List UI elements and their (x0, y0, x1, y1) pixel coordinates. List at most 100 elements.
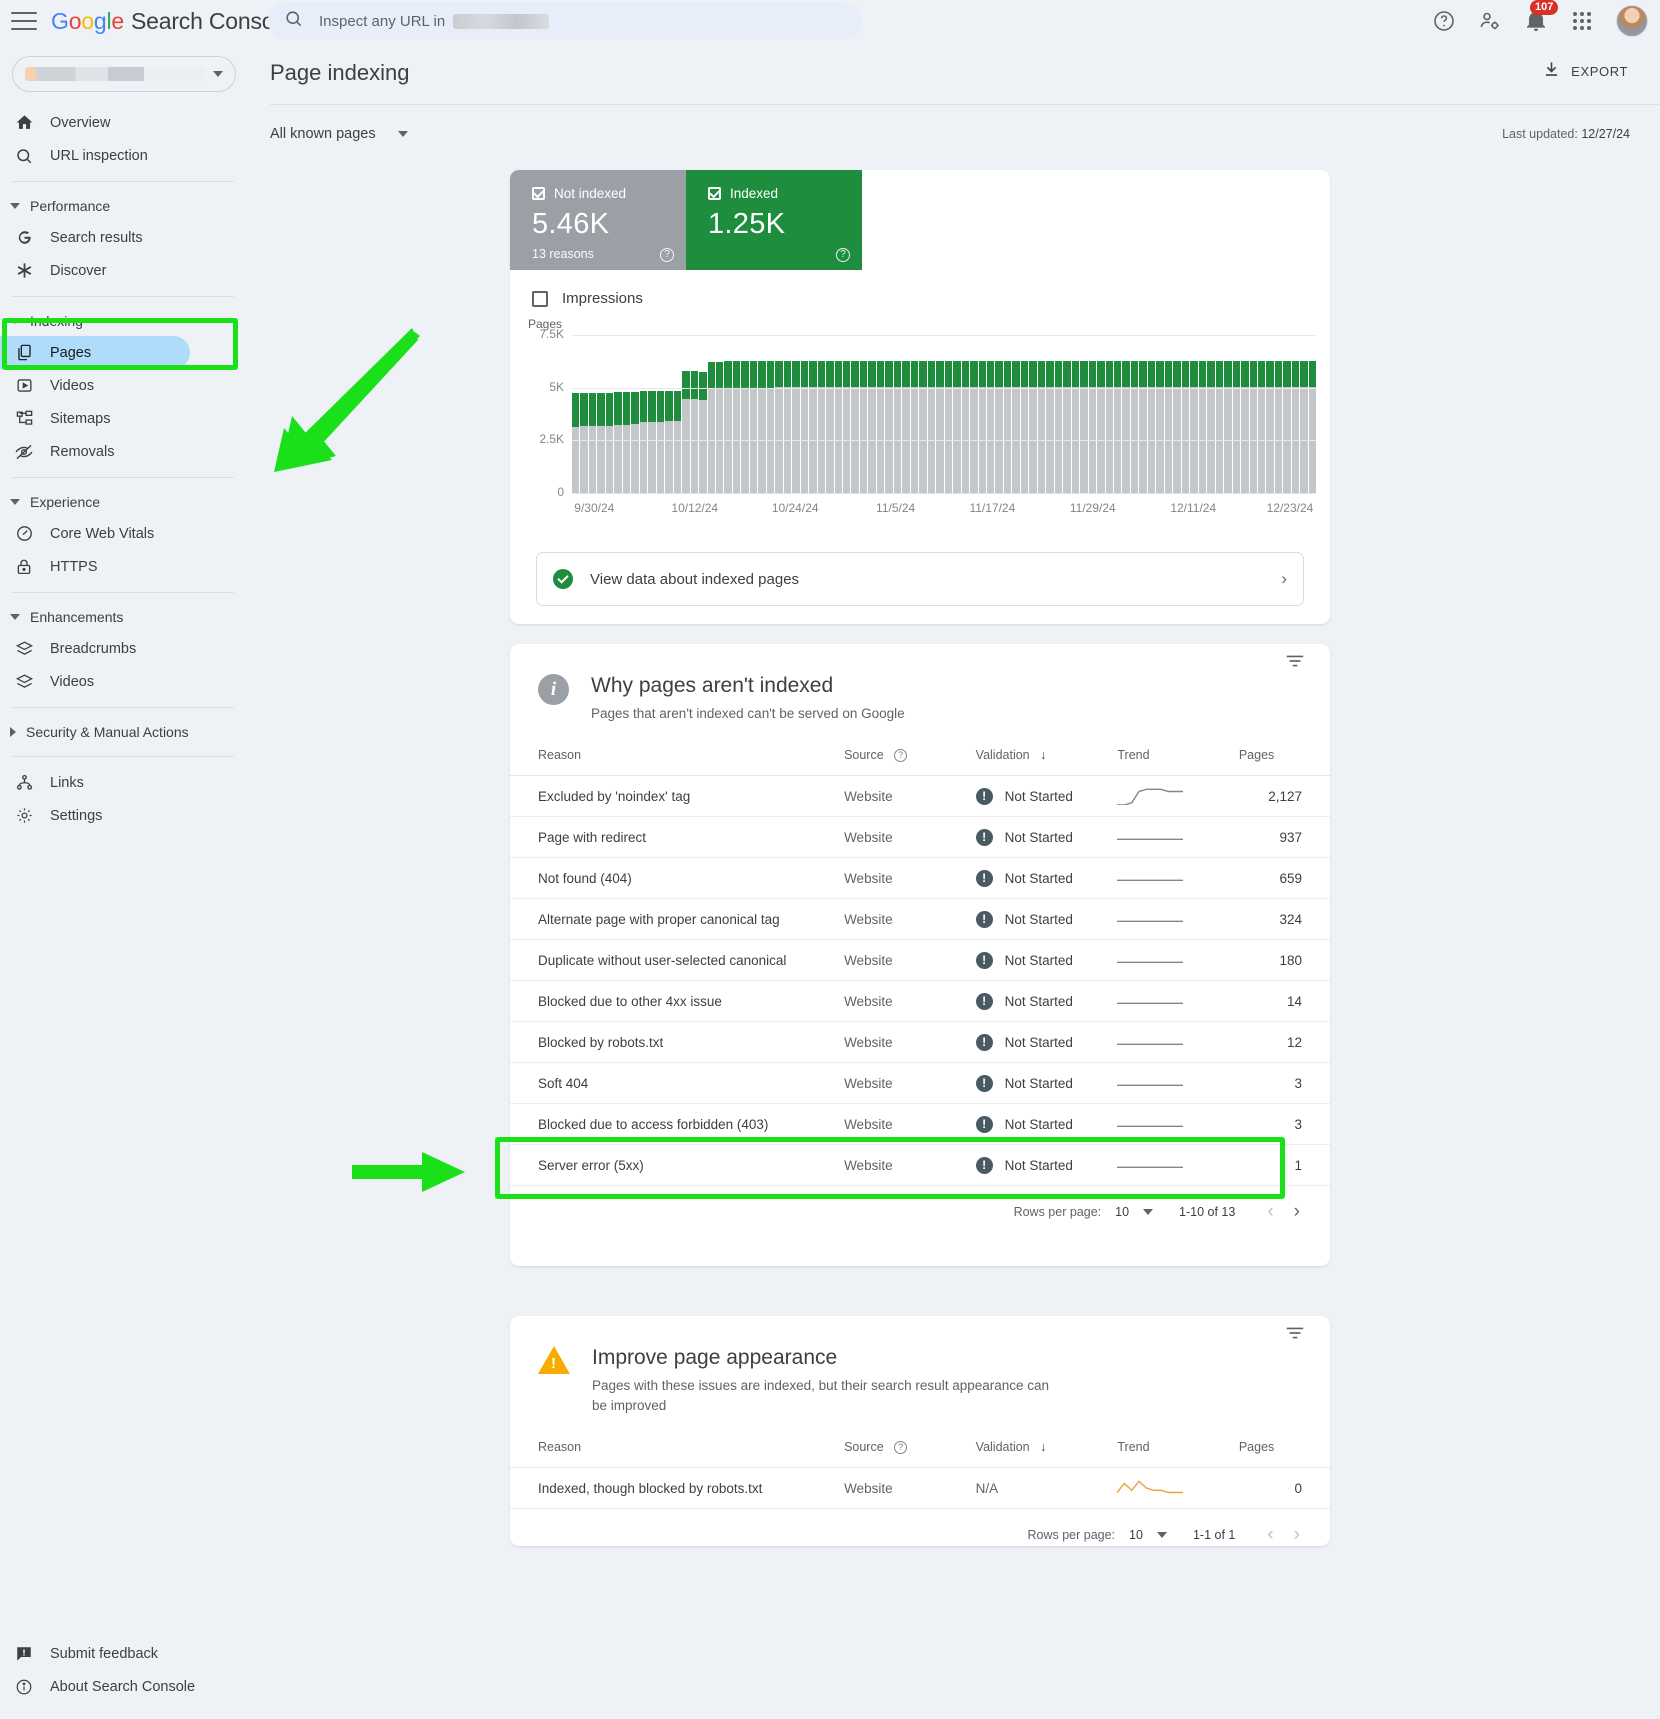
hamburger-icon[interactable] (11, 12, 37, 30)
page-filter-dropdown[interactable]: All known pages (270, 126, 408, 142)
chart-bar[interactable] (987, 361, 994, 493)
chart-bar[interactable] (572, 393, 579, 493)
sidebar-item-discover[interactable]: Discover (0, 254, 248, 287)
chart-bar[interactable] (877, 361, 884, 493)
apps-grid-icon[interactable] (1570, 9, 1594, 33)
sidebar-item-links[interactable]: Links (0, 766, 248, 799)
chart-bar[interactable] (614, 392, 621, 493)
table-row[interactable]: Blocked due to other 4xx issueWebsite!No… (510, 981, 1330, 1022)
column-validation[interactable]: Validation ↓ (976, 1440, 1118, 1468)
chart-bar[interactable] (1199, 361, 1206, 493)
sidebar-item-url-inspection[interactable]: URL inspection (0, 139, 248, 172)
table-row[interactable]: Indexed, though blocked by robots.txtWeb… (510, 1468, 1330, 1509)
help-icon[interactable]: ? (894, 1441, 907, 1454)
chart-bar[interactable] (758, 361, 765, 493)
chart-bar[interactable] (784, 361, 791, 493)
column-pages[interactable]: Pages (1239, 748, 1330, 776)
table-row[interactable]: Blocked by robots.txtWebsite!Not Started… (510, 1022, 1330, 1063)
chart-bar[interactable] (868, 361, 875, 493)
next-page-button[interactable]: › (1284, 1201, 1310, 1223)
chart-bar[interactable] (1250, 361, 1257, 493)
summary-tile-indexed[interactable]: Indexed 1.25K ? (686, 170, 862, 270)
chart-bar[interactable] (1165, 361, 1172, 493)
chart-bar[interactable] (1300, 361, 1307, 493)
chart-bar[interactable] (699, 372, 706, 493)
chart-bar[interactable] (606, 393, 613, 493)
chart-bar[interactable] (1241, 361, 1248, 493)
table-row[interactable]: Server error (5xx)Website!Not Started1 (510, 1145, 1330, 1186)
chart-bar[interactable] (1106, 361, 1113, 493)
chart-bar[interactable] (962, 361, 969, 493)
sidebar-item-core-web-vitals[interactable]: Core Web Vitals (0, 517, 248, 550)
user-settings-icon[interactable] (1478, 9, 1502, 33)
chart-bar[interactable] (1012, 361, 1019, 493)
chart-bar[interactable] (1173, 361, 1180, 493)
chart-bar[interactable] (1216, 361, 1223, 493)
chart-bar[interactable] (741, 361, 748, 493)
chart-bar[interactable] (1139, 361, 1146, 493)
next-page-button[interactable]: › (1284, 1524, 1310, 1546)
chart-bar[interactable] (708, 362, 715, 493)
filter-icon[interactable] (1284, 1322, 1306, 1349)
chart-bar[interactable] (792, 361, 799, 493)
sidebar-item-videos-enhancements[interactable]: Videos (0, 665, 248, 698)
chart-bar[interactable] (1004, 361, 1011, 493)
chart-bar[interactable] (911, 361, 918, 493)
chart-bar[interactable] (902, 361, 909, 493)
chart-bar[interactable] (826, 361, 833, 493)
column-source[interactable]: Source ? (844, 1440, 976, 1468)
sidebar-group-experience[interactable]: Experience (0, 487, 248, 517)
table-row[interactable]: Not found (404)Website!Not Started659 (510, 858, 1330, 899)
chart-bar[interactable] (1224, 361, 1231, 493)
chart-bar[interactable] (640, 391, 647, 493)
chart-bar[interactable] (1122, 361, 1129, 493)
chart-bar[interactable] (818, 361, 825, 493)
chart-bar[interactable] (733, 361, 740, 493)
chart-bar[interactable] (809, 361, 816, 493)
chart-bar[interactable] (835, 361, 842, 493)
chart-bar[interactable] (1275, 361, 1282, 493)
chart-bar[interactable] (970, 361, 977, 493)
chart-bar[interactable] (631, 392, 638, 493)
chart-bar[interactable] (860, 361, 867, 493)
chart-bar[interactable] (691, 371, 698, 493)
rows-per-page-value[interactable]: 10 (1129, 1528, 1143, 1542)
chart-bar[interactable] (1283, 361, 1290, 493)
chart-bar[interactable] (953, 361, 960, 493)
table-row[interactable]: Alternate page with proper canonical tag… (510, 899, 1330, 940)
chart-bar[interactable] (979, 361, 986, 493)
chart-bar[interactable] (1063, 361, 1070, 493)
chart-bar[interactable] (945, 361, 952, 493)
checkbox-checked-icon[interactable] (532, 187, 545, 200)
chart-bar[interactable] (1156, 361, 1163, 493)
chart-bar[interactable] (665, 391, 672, 493)
chart-bar[interactable] (1029, 361, 1036, 493)
table-row[interactable]: Excluded by 'noindex' tagWebsite!Not Sta… (510, 776, 1330, 817)
url-inspection-search[interactable]: Inspect any URL in (268, 2, 862, 40)
chart-bar[interactable] (936, 361, 943, 493)
checkbox-unchecked-icon[interactable] (532, 291, 548, 307)
chart-bar[interactable] (801, 361, 808, 493)
sidebar-item-overview[interactable]: Overview (0, 106, 248, 139)
help-icon[interactable]: ? (660, 248, 674, 262)
chart-bar[interactable] (1021, 361, 1028, 493)
help-icon[interactable] (1432, 9, 1456, 33)
chart-bar[interactable] (843, 361, 850, 493)
column-trend[interactable]: Trend (1117, 1440, 1238, 1468)
column-reason[interactable]: Reason (510, 1440, 844, 1468)
chart-bar[interactable] (682, 371, 689, 493)
chart-bar[interactable] (1080, 361, 1087, 493)
chart-bar[interactable] (580, 393, 587, 493)
chart-bar[interactable] (919, 361, 926, 493)
chevron-down-icon[interactable] (1143, 1209, 1153, 1215)
summary-tile-not-indexed[interactable]: Not indexed 5.46K 13 reasons ? (510, 170, 686, 270)
table-row[interactable]: Page with redirectWebsite!Not Started937 (510, 817, 1330, 858)
checkbox-checked-icon[interactable] (708, 187, 721, 200)
table-row[interactable]: Soft 404Website!Not Started3 (510, 1063, 1330, 1104)
chart-bar[interactable] (767, 361, 774, 493)
previous-page-button[interactable]: ‹ (1257, 1524, 1283, 1546)
chart-bar[interactable] (1182, 361, 1189, 493)
filter-icon[interactable] (1284, 650, 1306, 677)
sidebar-group-performance[interactable]: Performance (0, 191, 248, 221)
sidebar-item-settings[interactable]: Settings (0, 799, 248, 832)
